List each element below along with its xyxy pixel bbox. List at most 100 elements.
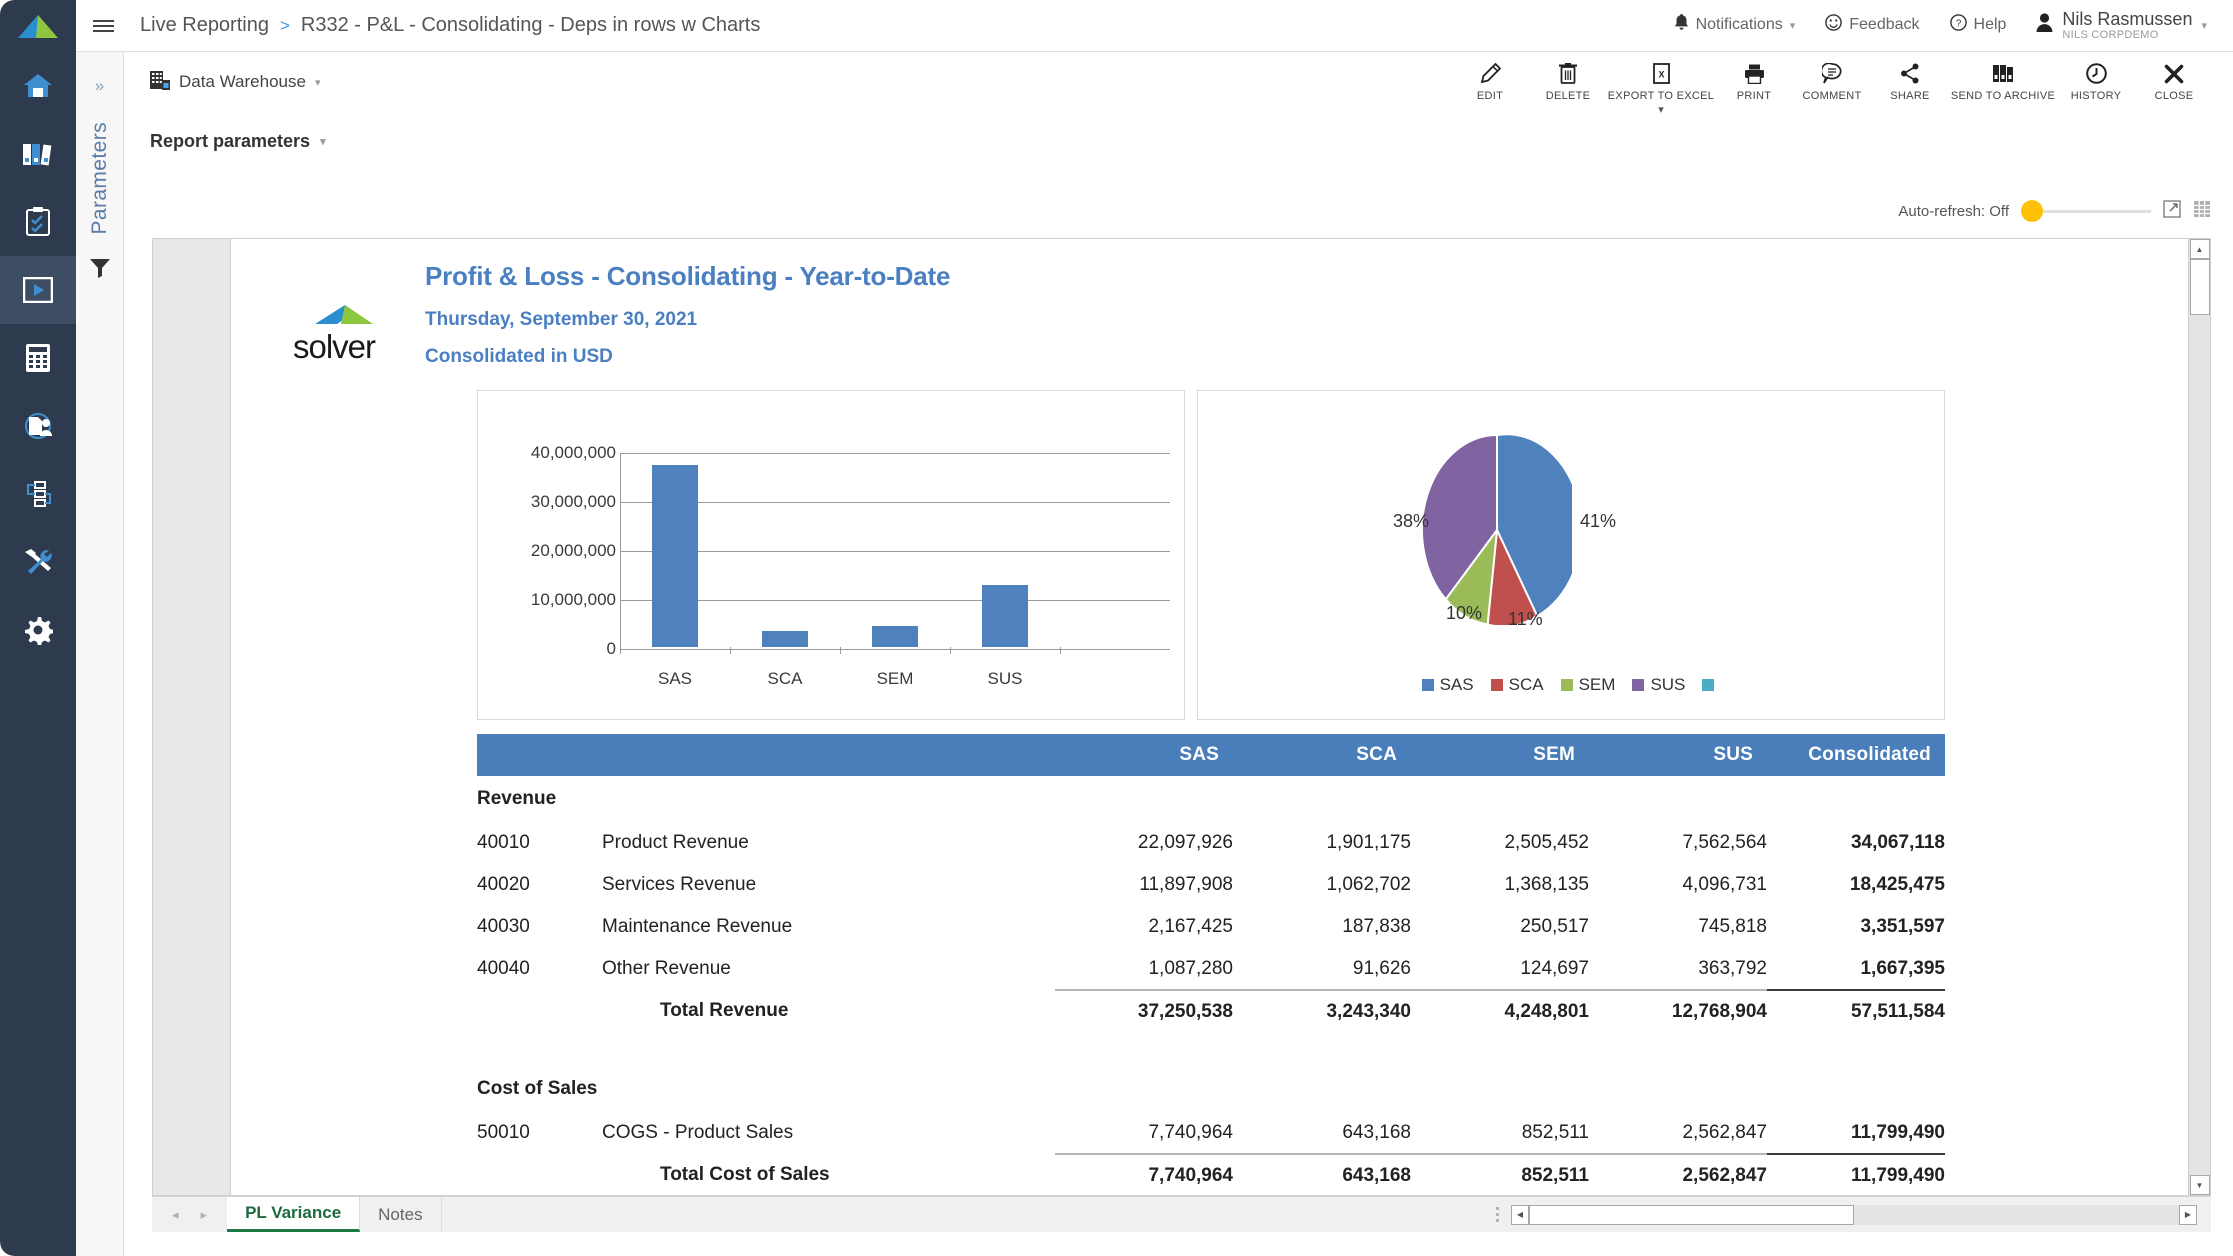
legend-item[interactable]: SEM xyxy=(1561,675,1616,695)
presentation-icon xyxy=(23,277,53,303)
tab-spacer xyxy=(442,1197,1484,1232)
funnel-icon[interactable] xyxy=(89,257,111,284)
cell-SUS: 2,562,847 xyxy=(1589,1154,1767,1195)
delete-button[interactable]: DELETE xyxy=(1529,63,1607,102)
sheet-tab-pl-variance[interactable]: PL Variance xyxy=(227,1197,360,1232)
legend-item[interactable]: SAS xyxy=(1422,675,1474,695)
chevron-down-icon: ▾ xyxy=(320,135,326,148)
comment-icon xyxy=(1822,63,1842,85)
cell-SEM: 1,368,135 xyxy=(1411,864,1589,906)
bar-SCA[interactable] xyxy=(762,631,808,647)
sheet-tab-notes[interactable]: Notes xyxy=(360,1197,441,1232)
pie-label-SEM: 10% xyxy=(1446,603,1482,624)
legend-label: SAS xyxy=(1440,675,1474,695)
legend-swatch xyxy=(1561,679,1573,691)
bar-SUS[interactable] xyxy=(982,585,1028,647)
table-row[interactable]: 40040 Other Revenue 1,087,280 91,626 124… xyxy=(477,948,1945,990)
bar-SAS[interactable] xyxy=(652,465,698,647)
sheet-prev-button[interactable]: ◂ xyxy=(172,1207,179,1223)
history-button[interactable]: HISTORY xyxy=(2057,63,2135,102)
table-row[interactable]: 40020 Services Revenue 11,897,908 1,062,… xyxy=(477,864,1945,906)
app-logo xyxy=(0,0,76,52)
fullscreen-icon[interactable] xyxy=(2163,200,2181,223)
scroll-right-button[interactable]: ▶ xyxy=(2179,1205,2197,1225)
sidebar-item-data-entry[interactable] xyxy=(0,392,76,460)
feedback-button[interactable]: Feedback xyxy=(1825,14,1919,36)
sidebar-item-reports[interactable] xyxy=(0,256,76,324)
question-circle-icon: ? xyxy=(1950,14,1967,36)
chevron-down-icon[interactable]: ▾ xyxy=(1658,103,1664,116)
breadcrumb-root[interactable]: Live Reporting xyxy=(140,14,269,37)
table-row-total[interactable]: Total Cost of Sales 7,740,964 643,168 85… xyxy=(477,1154,1945,1195)
comment-button[interactable]: COMMENT xyxy=(1793,63,1871,102)
x-tick-label: SCA xyxy=(730,669,840,689)
sidebar-item-settings[interactable] xyxy=(0,596,76,664)
breadcrumb-separator: > xyxy=(280,16,290,36)
sheet-tab-label: PL Variance xyxy=(245,1203,341,1223)
horizontal-scrollbar[interactable]: ◀ ▶ xyxy=(1511,1197,2211,1232)
legend-item[interactable]: SCA xyxy=(1491,675,1544,695)
sidebar-item-library[interactable] xyxy=(0,120,76,188)
legend-item[interactable]: SUS xyxy=(1632,675,1685,695)
col-header-SEM: SEM xyxy=(1411,734,1589,776)
bar-slot xyxy=(840,453,950,647)
sheet-next-button[interactable]: ▸ xyxy=(201,1207,208,1223)
sheet-tab-bar: ◂ ▸ PL Variance Notes ◀ ▶ xyxy=(152,1196,2211,1232)
tab-resize-handle[interactable] xyxy=(1484,1197,1511,1232)
sidebar-item-tasks[interactable] xyxy=(0,188,76,256)
table-row[interactable]: 40030 Maintenance Revenue 2,167,425 187,… xyxy=(477,906,1945,948)
archive-icon xyxy=(1992,63,2014,85)
notifications-button[interactable]: Notifications ▾ xyxy=(1674,14,1796,36)
bell-icon xyxy=(1674,14,1689,36)
x-tick-label: SUS xyxy=(950,669,1060,689)
svg-text:?: ? xyxy=(1955,19,1961,30)
sidebar-item-home[interactable] xyxy=(0,52,76,120)
table-row-total[interactable]: Total Revenue 37,250,538 3,243,340 4,248… xyxy=(477,990,1945,1032)
sidebar-item-budgeting[interactable] xyxy=(0,324,76,392)
x-tick-label-empty xyxy=(1060,669,1170,689)
scroll-up-button[interactable]: ▲ xyxy=(2190,239,2210,259)
scroll-left-button[interactable]: ◀ xyxy=(1511,1205,1529,1225)
close-button[interactable]: CLOSE xyxy=(2135,63,2213,102)
help-button[interactable]: ? Help xyxy=(1950,14,2007,36)
print-button[interactable]: PRINT xyxy=(1715,63,1793,102)
legend-swatch xyxy=(1491,679,1503,691)
vertical-scrollbar[interactable]: ▲ ▼ xyxy=(2188,239,2210,1195)
feedback-label: Feedback xyxy=(1849,16,1919,34)
sheet-tab-navigation: ◂ ▸ xyxy=(152,1197,227,1232)
slider-knob[interactable] xyxy=(2021,200,2043,222)
vertical-scroll-thumb[interactable] xyxy=(2190,259,2210,315)
horizontal-scroll-thumb[interactable] xyxy=(1529,1205,1854,1225)
share-button[interactable]: SHARE xyxy=(1871,63,1949,102)
horizontal-scroll-track[interactable] xyxy=(1529,1205,2179,1225)
scroll-down-button[interactable]: ▼ xyxy=(2190,1175,2210,1195)
grid-view-icon[interactable] xyxy=(2193,200,2211,223)
auto-refresh-slider[interactable] xyxy=(2021,200,2151,222)
report-parameters-toggle[interactable]: Report parameters ▾ xyxy=(124,112,326,170)
data-source-selector[interactable]: Data Warehouse ▾ xyxy=(150,70,320,95)
account-desc: COGS - Product Sales xyxy=(602,1112,1055,1154)
table-row[interactable]: Revenue xyxy=(477,776,1945,822)
sidebar-item-workflow[interactable] xyxy=(0,460,76,528)
top-bar: Live Reporting > R332 - P&L - Consolidat… xyxy=(76,0,2233,52)
hamburger-menu-button[interactable] xyxy=(76,17,130,35)
window-bottom-edge xyxy=(76,1232,2233,1256)
expand-parameters-button[interactable]: » xyxy=(95,76,104,96)
bar-chart[interactable]: 40,000,000 30,000,000 20,000,000 10,000,… xyxy=(477,390,1185,720)
legend-label: SUS xyxy=(1650,675,1685,695)
legend-item[interactable] xyxy=(1702,679,1720,691)
user-menu[interactable]: Nils Rasmussen Nils CorpDemo ▾ xyxy=(2036,10,2207,41)
sidebar-item-tools[interactable] xyxy=(0,528,76,596)
export-to-excel-button[interactable]: X EXPORT TO EXCEL ▾ xyxy=(1607,63,1715,102)
bar-SEM[interactable] xyxy=(872,626,918,647)
table-row[interactable]: 40010 Product Revenue 22,097,926 1,901,1… xyxy=(477,822,1945,864)
table-row[interactable]: Cost of Sales xyxy=(477,1066,1945,1112)
table-row[interactable]: 50010 COGS - Product Sales 7,740,964 643… xyxy=(477,1112,1945,1154)
col-header-SAS: SAS xyxy=(1055,734,1233,776)
send-to-archive-button[interactable]: SEND TO ARCHIVE xyxy=(1949,63,2057,102)
x-tick xyxy=(950,647,951,654)
pie-chart[interactable]: 41% 11% 10% 38% SAS SCA xyxy=(1197,390,1945,720)
edit-button[interactable]: EDIT xyxy=(1451,63,1529,102)
print-label: PRINT xyxy=(1737,90,1772,102)
table-spacer-row xyxy=(477,1032,1945,1066)
